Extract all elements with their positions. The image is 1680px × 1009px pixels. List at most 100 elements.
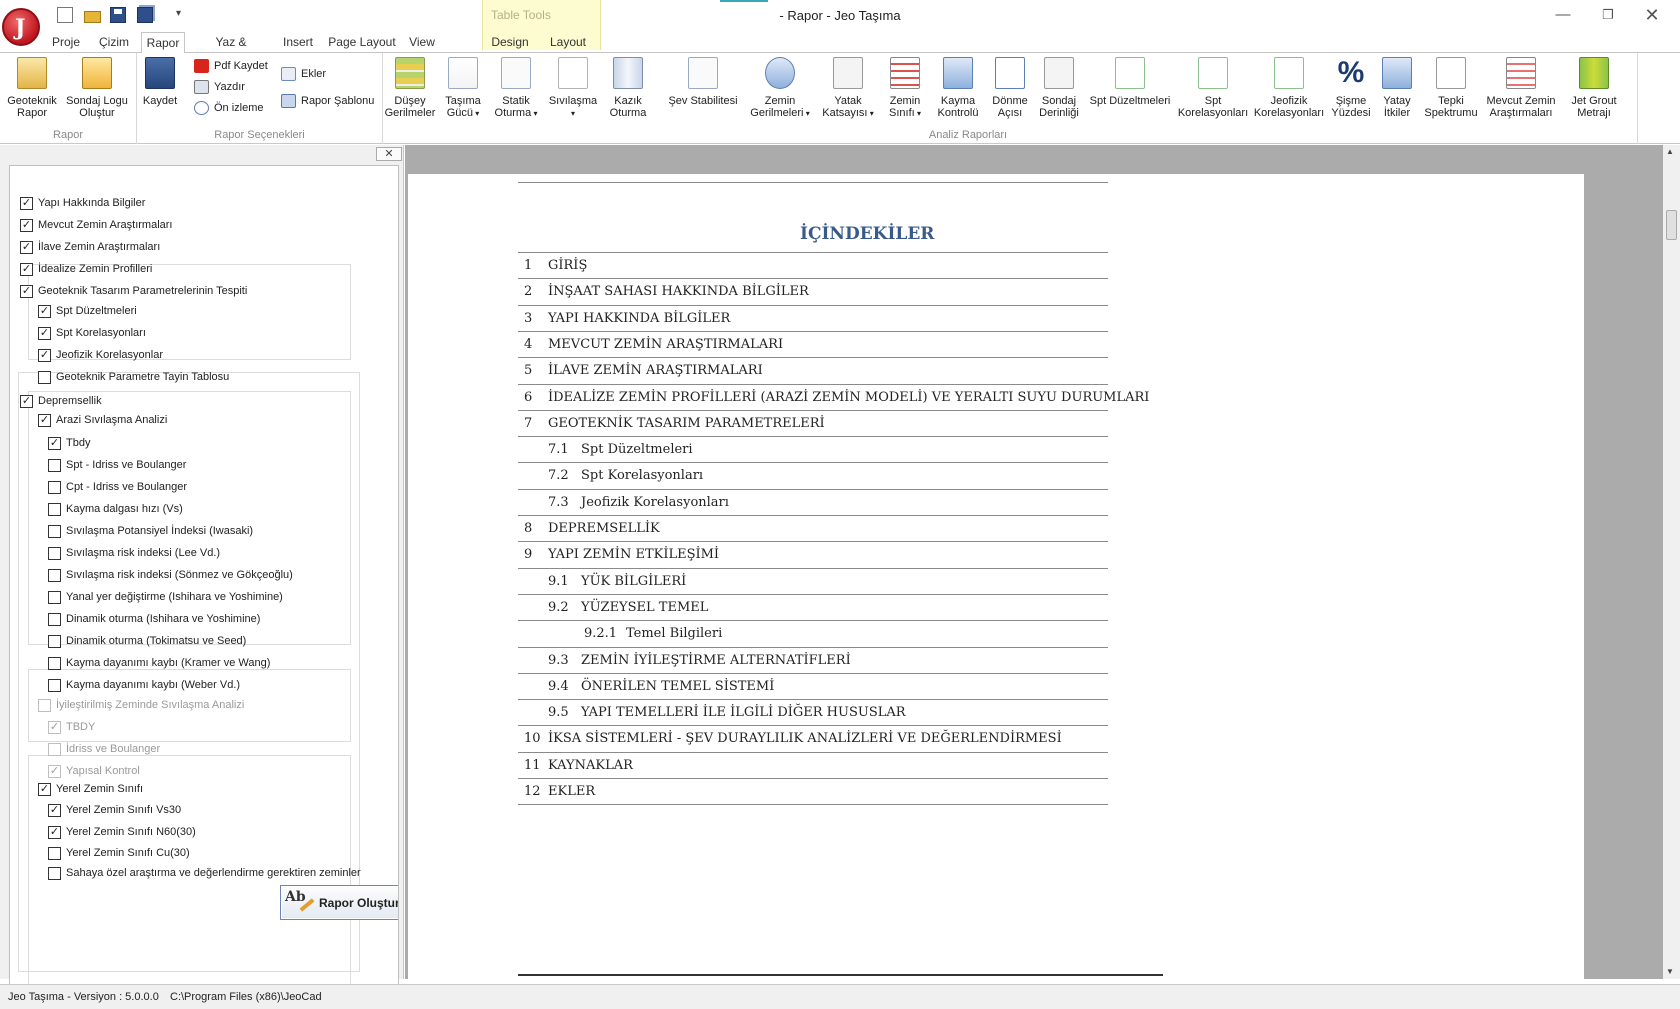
toc-entry[interactable]: 9.4 ÖNERİLEN TEMEL SİSTEMİ [518, 673, 1108, 701]
toc-entry[interactable]: 12 EKLER [518, 778, 1108, 806]
checkbox-checked[interactable]: ✓ [38, 414, 51, 427]
sivilasma-button[interactable]: Sıvılaşma [545, 57, 601, 120]
checkbox-unchecked[interactable] [48, 679, 61, 692]
checkbox-unchecked[interactable] [48, 525, 61, 538]
spt-korelasyonlari-button[interactable]: Spt Korelasyonları [1175, 57, 1251, 119]
toc-entry[interactable]: 2 İNŞAAT SAHASI HAKKINDA BİLGİLER [518, 278, 1108, 306]
tree-item[interactable]: ✓ Mevcut Zemin Araştırmaları [20, 216, 172, 234]
checkbox-checked[interactable]: ✓ [20, 219, 33, 232]
tab-design[interactable]: Design [487, 34, 533, 52]
toc-entry[interactable]: 5 İLAVE ZEMİN ARAŞTIRMALARI [518, 357, 1108, 385]
tree-item[interactable]: Yerel Zemin Sınıfı Cu(30) [48, 844, 190, 862]
toc-entry[interactable]: 9.3 ZEMİN İYİLEŞTİRME ALTERNATİFLERİ [518, 647, 1108, 675]
yazdir-button[interactable]: Yazdır [194, 79, 245, 95]
sev-stabilitesi-button[interactable]: Şev Stabilitesi [661, 57, 745, 107]
tree-item[interactable]: ✓ Tbdy [48, 434, 90, 452]
checkbox-unchecked[interactable] [48, 847, 61, 860]
toc-entry[interactable]: 1 GİRİŞ [518, 252, 1108, 280]
sondaj-logu-button[interactable]: Sondaj Logu Oluştur [62, 57, 132, 119]
tab-rapor[interactable]: Rapor [141, 32, 185, 53]
statik-oturma-button[interactable]: Statik Oturma [491, 57, 541, 120]
toc-entry[interactable]: 7 GEOTEKNİK TASARIM PARAMETRELERİ [518, 410, 1108, 438]
tree-item[interactable]: Dinamik oturma (Tokimatsu ve Seed) [48, 632, 246, 650]
ekler-button[interactable]: Ekler [281, 66, 326, 82]
checkbox-unchecked[interactable] [48, 657, 61, 670]
checkbox-checked[interactable]: ✓ [38, 327, 51, 340]
toc-entry[interactable]: 9 YAPI ZEMİN ETKİLEŞİMİ [518, 541, 1108, 569]
tab-insert[interactable]: Insert [278, 34, 318, 52]
tree-item[interactable]: Kayma dayanımı kaybı (Weber Vd.) [48, 676, 240, 694]
checkbox-unchecked[interactable] [48, 547, 61, 560]
tree-item[interactable]: Dinamik oturma (Ishihara ve Yoshimine) [48, 610, 260, 628]
tree-item[interactable]: Kayma dalgası hızı (Vs) [48, 500, 183, 518]
tab-yaz-duzenle[interactable]: Yaz & Düzenle [192, 34, 270, 65]
checkbox-unchecked[interactable] [48, 503, 61, 516]
donme-acisi-button[interactable]: Dönme Açısı [987, 57, 1033, 119]
mevcut-zemin-arastirmalari-button[interactable]: Mevcut Zemin Araştırmaları [1483, 57, 1559, 119]
toc-entry[interactable]: 7.1 Spt Düzeltmeleri [518, 436, 1108, 464]
sondaj-derinligi-button[interactable]: Sondaj Derinliği [1035, 57, 1083, 119]
kaydet-button[interactable]: Kaydet [141, 57, 179, 107]
tree-item[interactable]: Sahaya özel araştırma ve değerlendirme g… [48, 864, 361, 882]
kazik-oturma-button[interactable]: Kazık Oturma [603, 57, 653, 119]
scroll-up-icon[interactable]: ▲ [1666, 147, 1674, 156]
checkbox-unchecked[interactable] [48, 481, 61, 494]
toc-entry[interactable]: 9.2 YÜZEYSEL TEMEL [518, 594, 1108, 622]
toc-entry[interactable]: 9.5 YAPI TEMELLERİ İLE İLGİLİ DİĞER HUSUS… [518, 699, 1108, 727]
toc-entry[interactable]: 10 İKSA SİSTEMLERİ - ŞEV DURAYLILIK ANALİ… [518, 725, 1108, 753]
toc-entry[interactable]: 7.3 Jeofizik Korelasyonları [518, 489, 1108, 517]
scrollbar-thumb[interactable] [1666, 210, 1677, 240]
checkbox-unchecked[interactable] [48, 569, 61, 582]
minimize-button[interactable]: — [1553, 6, 1573, 24]
checkbox-checked[interactable]: ✓ [20, 197, 33, 210]
checkbox-unchecked[interactable] [48, 635, 61, 648]
checkbox-checked[interactable]: ✓ [48, 437, 61, 450]
toc-entry[interactable]: 6 İDEALİZE ZEMİN PROFİLLERİ (ARAZİ ZEMİN … [518, 384, 1149, 412]
checkbox-unchecked[interactable] [48, 591, 61, 604]
tab-page-layout[interactable]: Page Layout [326, 34, 398, 52]
rapor-olustur-button[interactable]: Ab Rapor Oluştur [280, 885, 398, 920]
jeofizik-korelasyonlari-button[interactable]: Jeofizik Korelasyonları [1253, 57, 1325, 119]
yatay-itkiler-button[interactable]: Yatay İtkiler [1375, 57, 1419, 119]
tree-item[interactable]: ✓ Jeofizik Korelasyonlar [38, 346, 163, 364]
tree-item[interactable]: Sıvılaşma risk indeksi (Lee Vd.) [48, 544, 220, 562]
tree-item[interactable]: ✓ İdealize Zemin Profilleri [20, 260, 152, 278]
toc-entry[interactable]: 7.2 Spt Korelasyonları [518, 462, 1108, 490]
toc-entry[interactable]: 3 YAPI HAKKINDA BİLGİLER [518, 305, 1108, 333]
rapor-sablonu-button[interactable]: Rapor Şablonu [281, 93, 374, 109]
tree-item[interactable]: ✓ Depremsellik [20, 392, 102, 410]
duşey-gerilmeler-button[interactable]: Düşey Gerilmeler [383, 57, 437, 119]
tree-item[interactable]: ✓ Yapı Hakkında Bilgiler [20, 194, 145, 212]
checkbox-checked[interactable]: ✓ [38, 349, 51, 362]
resize-grip-icon[interactable]: ◢ [398, 918, 399, 929]
spt-duzeltmeleri-button[interactable]: Spt Düzeltmeleri [1087, 57, 1173, 107]
tree-item[interactable]: Kayma dayanımı kaybı (Kramer ve Wang) [48, 654, 270, 672]
checkbox-unchecked[interactable] [38, 371, 51, 384]
kayma-kontrolu-button[interactable]: Kayma Kontrolü [933, 57, 983, 119]
tree-item[interactable]: ✓ İlave Zemin Araştırmaları [20, 238, 160, 256]
tepki-spektrumu-button[interactable]: Tepki Spektrumu [1421, 57, 1481, 119]
toc-entry[interactable]: 8 DEPREMSELLİK [518, 515, 1108, 543]
vertical-scrollbar[interactable]: ▲ ▼ [1663, 145, 1680, 979]
panel-close-button[interactable]: ✕ [376, 147, 402, 161]
checkbox-checked[interactable]: ✓ [20, 395, 33, 408]
toc-entry[interactable]: 4 MEVCUT ZEMİN ARAŞTIRMALARI [518, 331, 1108, 359]
checkbox-checked[interactable]: ✓ [48, 826, 61, 839]
geoteknik-rapor-button[interactable]: Geoteknik Rapor [4, 57, 60, 119]
tree-item[interactable]: ✓ Yerel Zemin Sınıfı [38, 780, 143, 798]
maximize-button[interactable]: ❐ [1598, 6, 1618, 24]
tree-item[interactable]: ✓ Geoteknik Tasarım Parametrelerinin Tesp… [20, 282, 247, 300]
checkbox-unchecked[interactable] [48, 613, 61, 626]
close-button[interactable]: ✕ [1642, 6, 1662, 24]
checkbox-unchecked[interactable] [48, 867, 61, 880]
toc-entry[interactable]: 9.2.1 Temel Bilgileri [518, 620, 1108, 648]
app-logo-button[interactable]: J [2, 8, 40, 46]
pdf-kaydet-button[interactable]: Pdf Kaydet [194, 58, 268, 74]
checkbox-checked[interactable]: ✓ [38, 783, 51, 796]
tree-item[interactable]: Sıvılaşma risk indeksi (Sönmez ve Gökçeo… [48, 566, 293, 584]
checkbox-checked[interactable]: ✓ [38, 305, 51, 318]
tab-cizim[interactable]: Çizim [92, 34, 136, 52]
checkbox-checked[interactable]: ✓ [20, 263, 33, 276]
tree-item[interactable]: ✓ Spt Korelasyonları [38, 324, 146, 342]
tab-view[interactable]: View [404, 34, 440, 52]
